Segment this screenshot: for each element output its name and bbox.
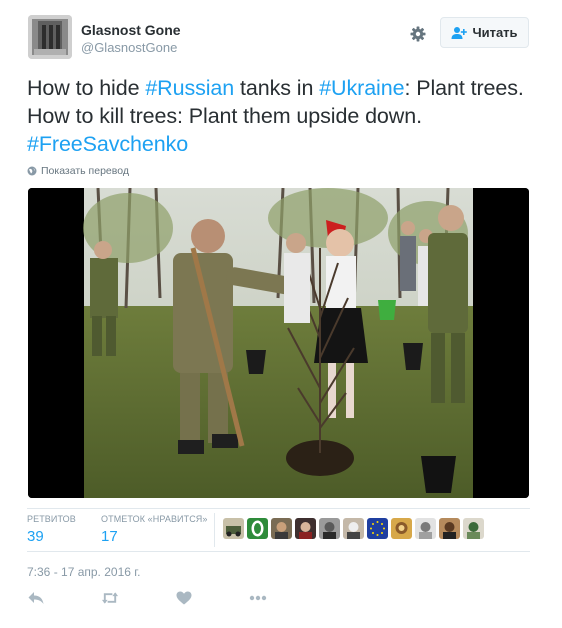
- author-name[interactable]: Glasnost Gone: [81, 22, 181, 38]
- more-icon[interactable]: [249, 589, 267, 607]
- likes-count: 17: [101, 528, 118, 545]
- like-icon[interactable]: [175, 589, 193, 607]
- retweet-icon[interactable]: [101, 589, 119, 607]
- tweet-text-part: tanks in: [234, 76, 320, 100]
- translate-link[interactable]: Показать перевод: [27, 165, 129, 177]
- eu-flag-avatar[interactable]: [367, 518, 388, 539]
- retweets-count: 39: [27, 528, 44, 545]
- hashtag-link[interactable]: #Russian: [145, 76, 234, 100]
- liker-avatar[interactable]: [391, 518, 412, 539]
- stats-vertical-divider: [214, 513, 215, 547]
- likers-avatars: [223, 518, 484, 539]
- hashtag-link[interactable]: #FreeSavchenko: [27, 132, 188, 156]
- hashtag-link[interactable]: #Ukraine: [319, 76, 404, 100]
- liker-avatar[interactable]: [247, 518, 268, 539]
- gear-icon[interactable]: [408, 24, 428, 44]
- tweet-text: How to hide #Russian tanks in #Ukraine: …: [27, 74, 537, 158]
- stats-divider: [27, 551, 530, 552]
- avatar[interactable]: [28, 15, 72, 59]
- retweets-label: РЕТВИТОВ: [27, 514, 76, 524]
- translate-label: Показать перевод: [41, 165, 129, 177]
- liker-avatar[interactable]: [343, 518, 364, 539]
- tweet-photo[interactable]: [28, 188, 529, 498]
- liker-avatar[interactable]: [295, 518, 316, 539]
- tweet-text-part: How to hide: [27, 76, 146, 100]
- reply-icon[interactable]: [27, 589, 45, 607]
- tweet-card: Glasnost Gone @GlasnostGone Читать How t…: [0, 0, 562, 628]
- liker-avatar[interactable]: [415, 518, 436, 539]
- retweets-stat[interactable]: РЕТВИТОВ 39: [27, 514, 76, 545]
- author-handle[interactable]: @GlasnostGone: [81, 40, 177, 55]
- liker-avatar[interactable]: [319, 518, 340, 539]
- liker-avatar[interactable]: [223, 518, 244, 539]
- liker-avatar[interactable]: [271, 518, 292, 539]
- likes-stat[interactable]: ОТМЕТОК «НРАВИТСЯ» 17: [101, 514, 208, 545]
- liker-avatar[interactable]: [463, 518, 484, 539]
- follow-button-label: Читать: [472, 25, 518, 40]
- globe-icon: [27, 166, 37, 176]
- add-user-icon: [451, 26, 468, 39]
- liker-avatar[interactable]: [439, 518, 460, 539]
- follow-button[interactable]: Читать: [440, 17, 529, 48]
- tweet-actions: [27, 589, 267, 607]
- stats-divider: [27, 508, 530, 509]
- likes-label: ОТМЕТОК «НРАВИТСЯ»: [101, 514, 208, 524]
- tweet-timestamp[interactable]: 7:36 - 17 апр. 2016 г.: [27, 565, 141, 579]
